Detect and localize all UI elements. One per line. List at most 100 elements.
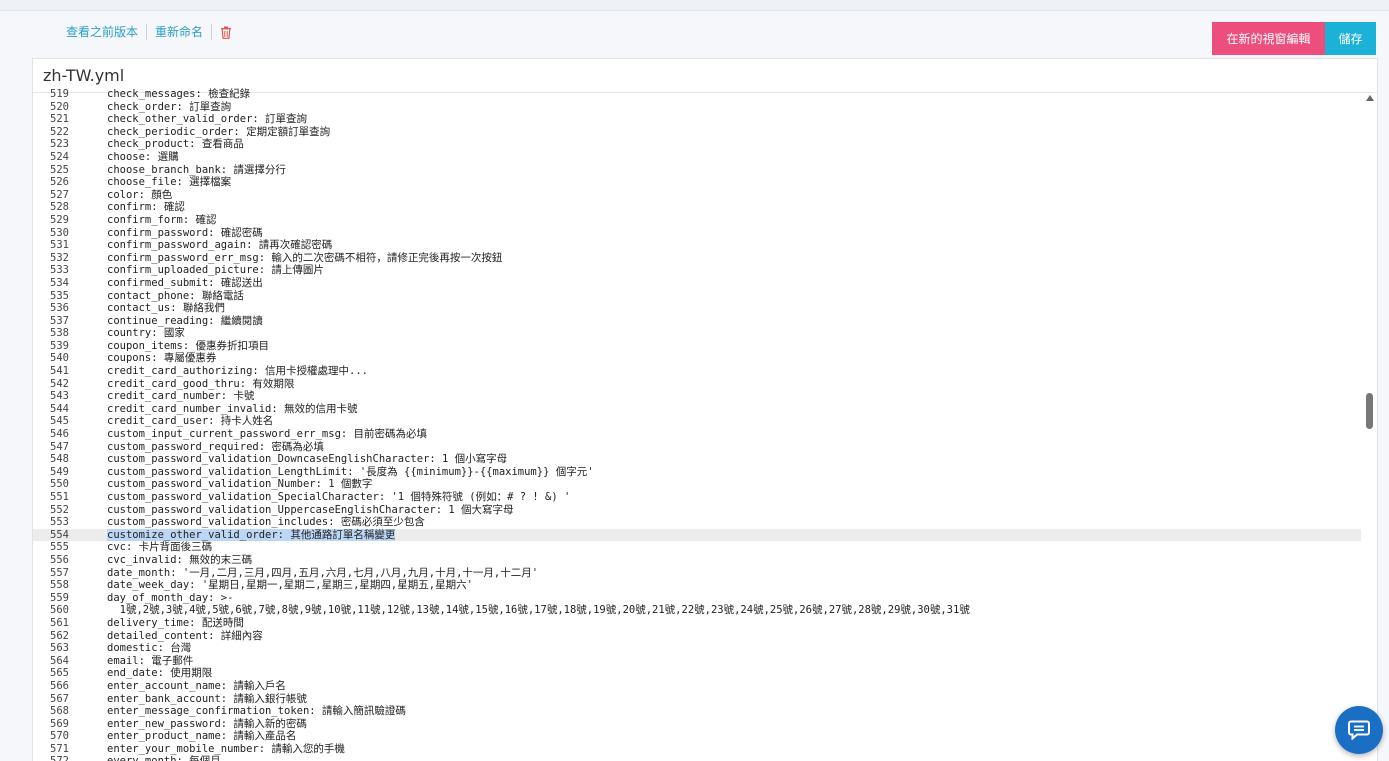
line-text: custom_password_validation_DowncaseEngli… — [69, 453, 507, 466]
code-line[interactable]: 527 color: 顏色 — [33, 189, 1361, 202]
code-line[interactable]: 523 check_product: 查看商品 — [33, 138, 1361, 151]
line-number: 533 — [50, 264, 69, 277]
code-line[interactable]: 537 continue_reading: 繼續閱讀 — [33, 315, 1361, 328]
line-number: 553 — [50, 516, 69, 529]
code-line[interactable]: 569 enter_new_password: 請輸入新的密碼 — [33, 718, 1361, 731]
line-content: check_other_valid_order: 訂單查詢 — [107, 113, 308, 126]
code-line[interactable]: 553 custom_password_validation_includes: … — [33, 516, 1361, 529]
code-line[interactable]: 532 confirm_password_err_msg: 輸入的二次密碼不相符，… — [33, 252, 1361, 265]
code-line[interactable]: 566 enter_account_name: 請輸入戶名 — [33, 680, 1361, 693]
rename-link[interactable]: 重新命名 — [147, 24, 211, 40]
code-line[interactable]: 557 date_month: '一月,二月,三月,四月,五月,六月,七月,八月,… — [33, 567, 1361, 580]
line-text: check_product: 查看商品 — [69, 138, 244, 151]
line-text: date_week_day: '星期日,星期一,星期二,星期三,星期四,星期五,… — [69, 579, 473, 592]
code-line[interactable]: 522 check_periodic_order: 定期定額訂單查詢 — [33, 126, 1361, 139]
line-content: choose_file: 選擇檔案 — [107, 176, 232, 189]
line-number: 562 — [50, 629, 69, 642]
code-line[interactable]: 530 confirm_password: 確認密碼 — [33, 227, 1361, 240]
code-line[interactable]: 562 detailed_content: 詳細內容 — [33, 630, 1361, 643]
code-line[interactable]: 545 credit_card_user: 持卡人姓名 — [33, 415, 1361, 428]
line-text: enter_your_mobile_number: 請輸入您的手機 — [69, 743, 345, 756]
editor-scrollbar[interactable] — [1363, 95, 1377, 761]
code-line[interactable]: 554 customize_other_valid_order: 其他通路訂單名稱… — [33, 528, 1361, 542]
code-editor[interactable]: zh-TW.yml 519 check_messages: 檢查紀錄 520 chec… — [32, 58, 1378, 761]
line-content: credit_card_authorizing: 信用卡授權處理中... — [107, 365, 369, 378]
code-line[interactable]: 534 confirmed_submit: 確認送出 — [33, 277, 1361, 290]
line-content: credit_card_user: 持卡人姓名 — [107, 415, 274, 428]
code-line[interactable]: 538 country: 國家 — [33, 327, 1361, 340]
code-line[interactable]: 536 contact_us: 聯絡我們 — [33, 302, 1361, 315]
line-text: confirm_password: 確認密碼 — [69, 227, 263, 240]
line-number: 559 — [50, 591, 69, 604]
view-previous-versions-link[interactable]: 查看之前版本 — [58, 24, 146, 40]
line-text: confirm_password_again: 請再次確認密碼 — [69, 239, 332, 252]
code-line[interactable]: 528 confirm: 確認 — [33, 201, 1361, 214]
code-line[interactable]: 541 credit_card_authorizing: 信用卡授權處理中... — [33, 365, 1361, 378]
line-content: date_month: '一月,二月,三月,四月,五月,六月,七月,八月,九月,… — [107, 566, 539, 579]
line-content: enter_your_mobile_number: 請輸入您的手機 — [107, 742, 345, 755]
trash-icon[interactable] — [212, 26, 240, 39]
code-line[interactable]: 520 check_order: 訂單查詢 — [33, 101, 1361, 114]
code-line[interactable]: 524 choose: 選購 — [33, 151, 1361, 164]
code-line[interactable]: 540 coupons: 專屬優惠券 — [33, 352, 1361, 365]
scroll-up-arrow-icon[interactable] — [1366, 95, 1374, 101]
code-line[interactable]: 531 confirm_password_again: 請再次確認密碼 — [33, 239, 1361, 252]
line-content: confirm_password_again: 請再次確認密碼 — [107, 239, 333, 252]
line-number: 551 — [50, 491, 69, 503]
code-lines[interactable]: 519 check_messages: 檢查紀錄 520 check_order: 訂… — [33, 88, 1361, 761]
code-line[interactable]: 519 check_messages: 檢查紀錄 — [33, 88, 1361, 101]
code-line[interactable]: 550 custom_password_validation_Number: 1 … — [33, 478, 1361, 491]
chat-support-button[interactable] — [1335, 706, 1383, 754]
line-content: 1號,2號,3號,4號,5號,6號,7號,8號,9號,10號,11號,12號,1… — [107, 604, 970, 617]
edit-in-new-window-button[interactable]: 在新的視窗編輯 — [1212, 22, 1325, 55]
code-line[interactable]: 551 custom_password_validation_SpecialCha… — [33, 491, 1361, 504]
code-line[interactable]: 544 credit_card_number_invalid: 無效的信用卡號 — [33, 403, 1361, 416]
code-line[interactable]: 533 confirm_uploaded_picture: 請上傳圖片 — [33, 264, 1361, 277]
save-button[interactable]: 儲存 — [1325, 22, 1376, 55]
code-line[interactable]: 570 enter_product_name: 請輸入產品名 — [33, 730, 1361, 743]
code-line[interactable]: 525 choose_branch_bank: 請選擇分行 — [33, 164, 1361, 177]
code-line[interactable]: 521 check_other_valid_order: 訂單查詢 — [33, 113, 1361, 126]
code-line[interactable]: 535 contact_phone: 聯絡電話 — [33, 290, 1361, 303]
code-line[interactable]: 546 custom_input_current_password_err_msg… — [33, 428, 1361, 441]
code-line[interactable]: 561 delivery_time: 配送時間 — [33, 617, 1361, 630]
code-line[interactable]: 559 day_of_month_day: >- — [33, 592, 1361, 605]
code-line[interactable]: 556 cvc_invalid: 無效的末三碼 — [33, 554, 1361, 567]
code-line[interactable]: 548 custom_password_validation_DowncaseEn… — [33, 453, 1361, 466]
code-line[interactable]: 568 enter_message_confirmation_token: 請輸入… — [33, 705, 1361, 718]
line-content: custom_password_required: 密碼為必填 — [107, 440, 324, 453]
line-content: coupon_items: 優惠券折扣項目 — [107, 339, 270, 352]
line-content: custom_password_validation_UppercaseEngl… — [107, 503, 514, 516]
code-line[interactable]: 539 coupon_items: 優惠券折扣項目 — [33, 340, 1361, 353]
line-number: 572 — [33, 755, 69, 761]
code-line[interactable]: 526 choose_file: 選擇檔案 — [33, 176, 1361, 189]
code-line[interactable]: 572 every_month: 每個月 — [33, 755, 1361, 761]
line-text: enter_message_confirmation_token: 請輸入簡訊驗… — [69, 705, 406, 718]
code-line[interactable]: 529 confirm_form: 確認 — [33, 214, 1361, 227]
code-line[interactable]: 555 cvc: 卡片背面後三碼 — [33, 541, 1361, 554]
line-text: enter_bank_account: 請輸入銀行帳號 — [69, 693, 307, 706]
code-line[interactable]: 565 end_date: 使用期限 — [33, 667, 1361, 680]
line-text: credit_card_good_thru: 有效期限 — [69, 378, 294, 391]
code-line[interactable]: 552 custom_password_validation_UppercaseE… — [33, 504, 1361, 517]
code-line[interactable]: 542 credit_card_good_thru: 有效期限 — [33, 378, 1361, 391]
scroll-thumb[interactable] — [1366, 393, 1373, 429]
code-line[interactable]: 543 credit_card_number: 卡號 — [33, 390, 1361, 403]
code-line[interactable]: 560 1號,2號,3號,4號,5號,6號,7號,8號,9號,10號,11號,1… — [33, 604, 1361, 617]
line-content: domestic: 台灣 — [107, 642, 192, 655]
line-number: 552 — [50, 503, 69, 516]
line-number: 528 — [50, 201, 69, 214]
code-line[interactable]: 567 enter_bank_account: 請輸入銀行帳號 — [33, 693, 1361, 706]
code-line[interactable]: 564 email: 電子郵件 — [33, 655, 1361, 668]
line-number: 549 — [50, 465, 69, 478]
line-content: enter_bank_account: 請輸入銀行帳號 — [107, 692, 307, 705]
code-line[interactable]: 547 custom_password_required: 密碼為必填 — [33, 441, 1361, 454]
code-line[interactable]: 549 custom_password_validation_LengthLimi… — [33, 466, 1361, 479]
line-number: 530 — [50, 226, 69, 239]
line-content: check_product: 查看商品 — [107, 138, 244, 151]
line-number: 520 — [50, 100, 69, 113]
code-line[interactable]: 571 enter_your_mobile_number: 請輸入您的手機 — [33, 743, 1361, 756]
code-line[interactable]: 563 domestic: 台灣 — [33, 642, 1361, 655]
line-text: enter_new_password: 請輸入新的密碼 — [69, 718, 307, 731]
code-line[interactable]: 558 date_week_day: '星期日,星期一,星期二,星期三,星期四,星… — [33, 579, 1361, 592]
